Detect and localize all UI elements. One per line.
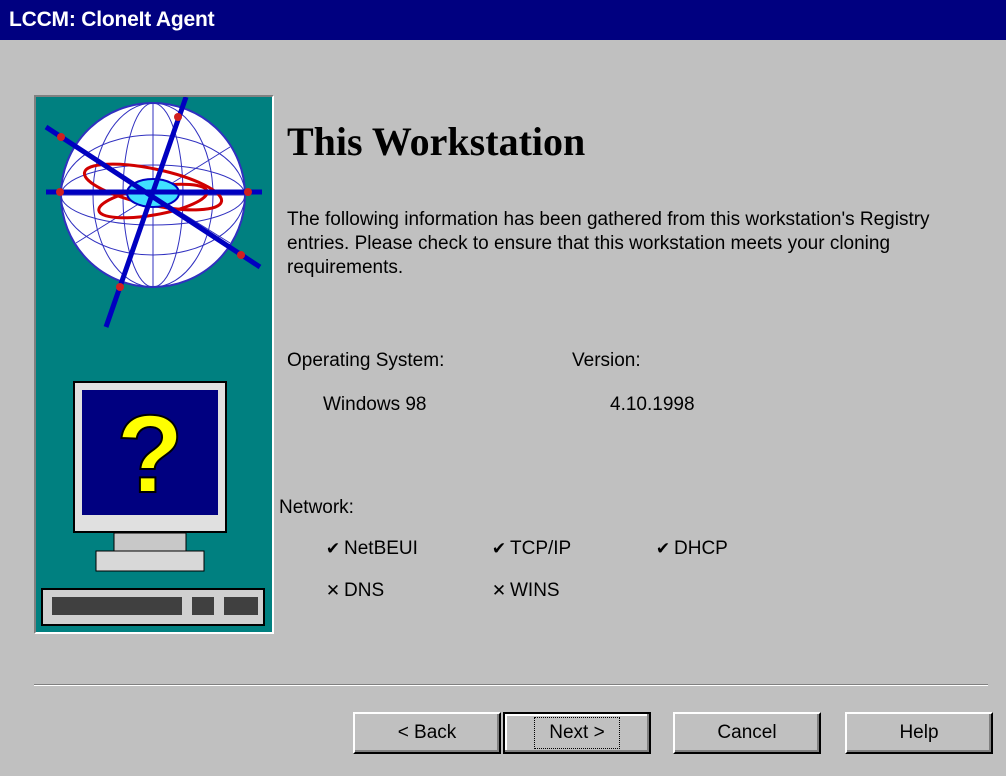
- version-label: Version:: [572, 350, 641, 371]
- network-item-label: DHCP: [674, 538, 728, 559]
- network-item-dhcp: ✔ DHCP: [655, 538, 728, 560]
- help-button-label: Help: [899, 722, 939, 743]
- question-mark-icon: ?: [116, 393, 183, 516]
- next-button-label: Next >: [534, 717, 620, 749]
- network-item-label: TCP/IP: [510, 538, 572, 559]
- network-label: Network:: [279, 497, 354, 518]
- globe-computer-illustration: ?: [41, 97, 265, 626]
- button-separator: [34, 684, 988, 686]
- page-description: The following information has been gathe…: [287, 209, 930, 278]
- network-item-label: WINS: [510, 580, 560, 601]
- computer-icon: ?: [41, 381, 265, 626]
- cross-icon: ✕: [325, 581, 341, 600]
- checkmark-icon: ✔: [491, 539, 507, 558]
- back-button[interactable]: < Back: [353, 712, 501, 754]
- cross-icon: ✕: [491, 581, 507, 600]
- help-button[interactable]: Help: [845, 712, 993, 754]
- network-item-label: NetBEUI: [344, 538, 418, 559]
- network-item-label: DNS: [344, 580, 385, 601]
- title-bar-gap: [0, 40, 1006, 42]
- cancel-button[interactable]: Cancel: [673, 712, 821, 754]
- network-item-wins: ✕ WINS: [491, 580, 560, 602]
- network-item-dns: ✕ DNS: [325, 580, 384, 602]
- network-item-tcpip: ✔ TCP/IP: [491, 538, 571, 560]
- window-title: LCCM: CloneIt Agent: [9, 8, 215, 31]
- checkmark-icon: ✔: [325, 539, 341, 558]
- page-title: This Workstation: [287, 119, 586, 164]
- wizard-illustration: ?: [34, 95, 274, 634]
- title-bar[interactable]: LCCM: CloneIt Agent: [0, 0, 1006, 40]
- back-button-label: < Back: [397, 722, 457, 743]
- next-button[interactable]: Next >: [503, 712, 651, 754]
- version-value: 4.10.1998: [610, 394, 695, 415]
- globe-icon: [44, 97, 262, 328]
- os-value: Windows 98: [323, 394, 427, 415]
- cancel-button-label: Cancel: [717, 722, 777, 743]
- checkmark-icon: ✔: [655, 539, 671, 558]
- os-label: Operating System:: [287, 350, 445, 371]
- network-item-netbeui: ✔ NetBEUI: [325, 538, 418, 560]
